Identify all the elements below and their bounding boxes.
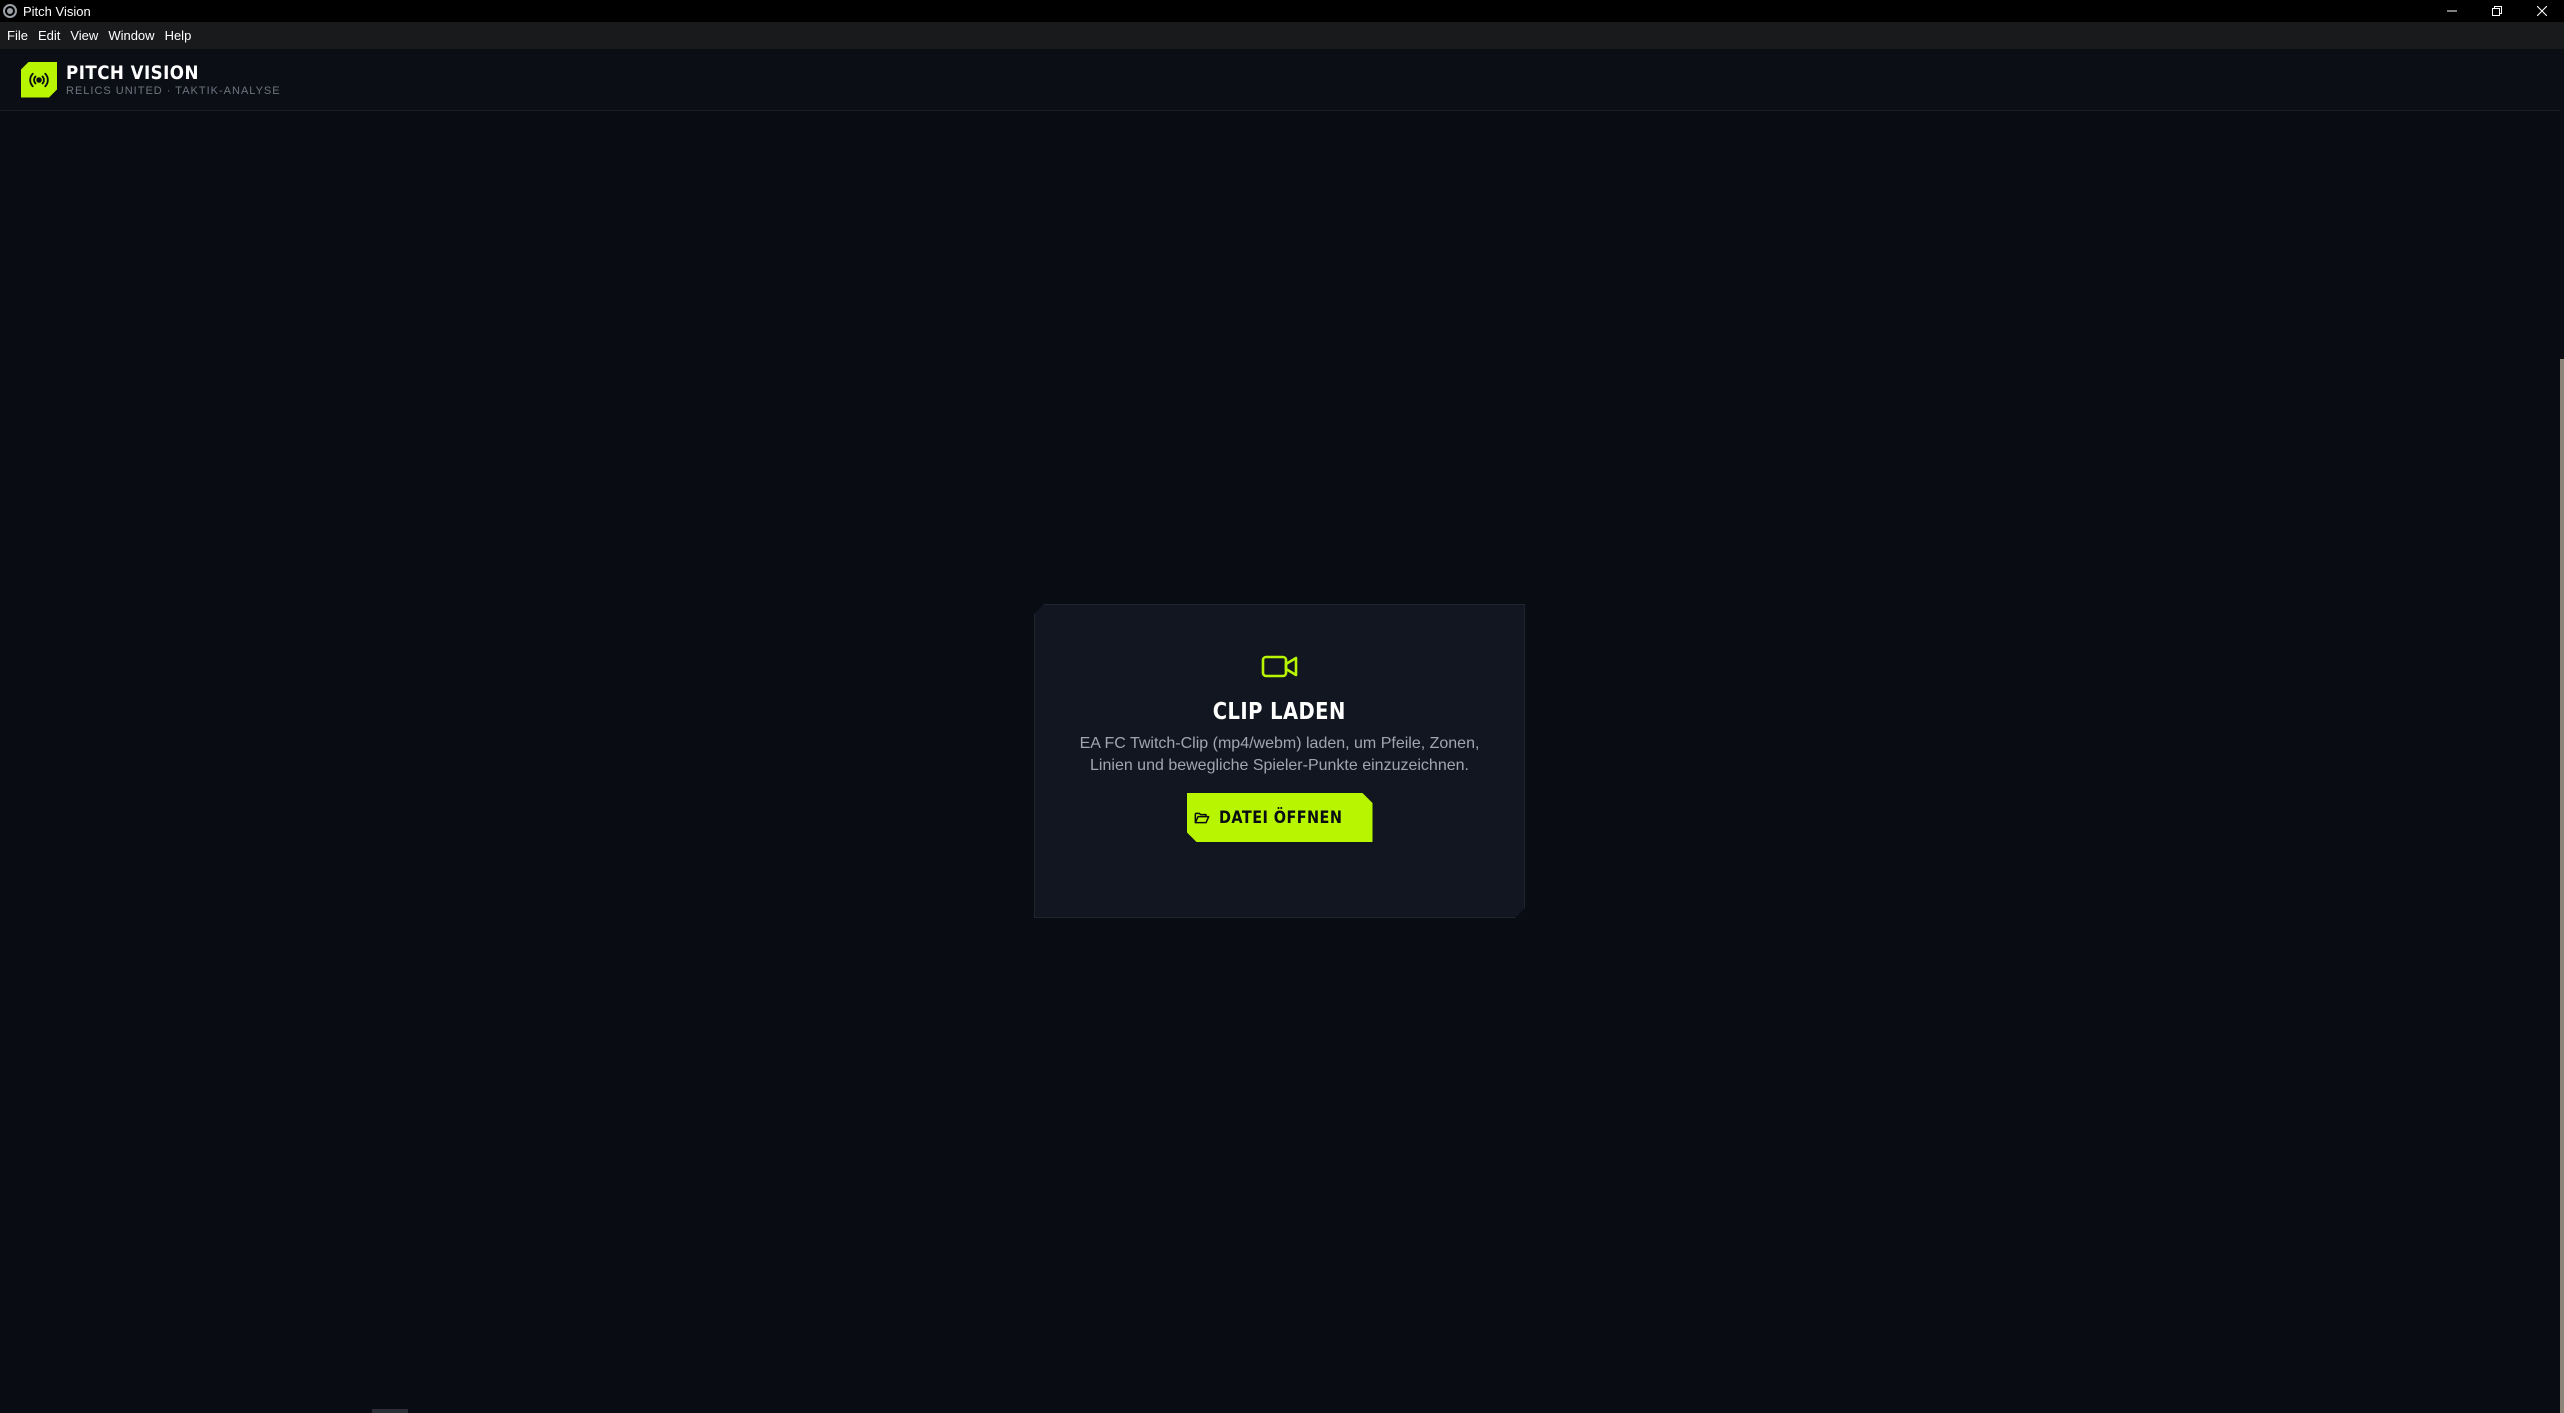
app-header: PITCH VISION RELICS UNITED · TAKTIK-ANAL… bbox=[0, 49, 2560, 111]
minimize-icon bbox=[2446, 10, 2457, 12]
window-titlebar: Pitch Vision bbox=[0, 0, 2564, 22]
video-camera-icon bbox=[1261, 651, 1299, 681]
open-file-button[interactable]: DATEI ÖFFNEN bbox=[1187, 793, 1373, 842]
vertical-scrollbar[interactable] bbox=[2560, 49, 2564, 1413]
logo-badge bbox=[21, 62, 57, 98]
menu-help[interactable]: Help bbox=[160, 22, 197, 49]
folder-open-icon bbox=[1194, 811, 1210, 825]
menu-edit[interactable]: Edit bbox=[33, 22, 65, 49]
window-title: Pitch Vision bbox=[23, 3, 91, 19]
logo-text: PITCH VISION RELICS UNITED · TAKTIK-ANAL… bbox=[66, 62, 281, 98]
app-subtitle: RELICS UNITED · TAKTIK-ANALYSE bbox=[66, 84, 281, 97]
scrollbar-thumb[interactable] bbox=[2560, 359, 2564, 1413]
app-title: PITCH VISION bbox=[66, 61, 199, 84]
close-icon bbox=[2536, 6, 2547, 16]
window-controls bbox=[2429, 0, 2564, 22]
broadcast-icon bbox=[28, 69, 50, 91]
minimize-button[interactable] bbox=[2429, 0, 2474, 22]
bottom-handle bbox=[372, 1409, 408, 1413]
card-description: EA FC Twitch-Clip (mp4/webm) laden, um P… bbox=[1079, 735, 1480, 774]
load-clip-card: CLIP LADEN EA FC Twitch-Clip (mp4/webm) … bbox=[1034, 604, 1525, 918]
menu-bar: File Edit View Window Help bbox=[0, 22, 2564, 49]
restore-button[interactable] bbox=[2474, 0, 2519, 22]
close-button[interactable] bbox=[2519, 0, 2564, 22]
menu-view[interactable]: View bbox=[65, 22, 103, 49]
card-title: CLIP LADEN bbox=[1213, 699, 1346, 725]
main-area: CLIP LADEN EA FC Twitch-Clip (mp4/webm) … bbox=[0, 112, 2560, 1413]
menu-window[interactable]: Window bbox=[103, 22, 159, 49]
app-icon bbox=[3, 4, 17, 18]
restore-icon bbox=[2491, 6, 2502, 16]
open-file-label: DATEI ÖFFNEN bbox=[1219, 807, 1343, 828]
menu-file[interactable]: File bbox=[2, 22, 33, 49]
